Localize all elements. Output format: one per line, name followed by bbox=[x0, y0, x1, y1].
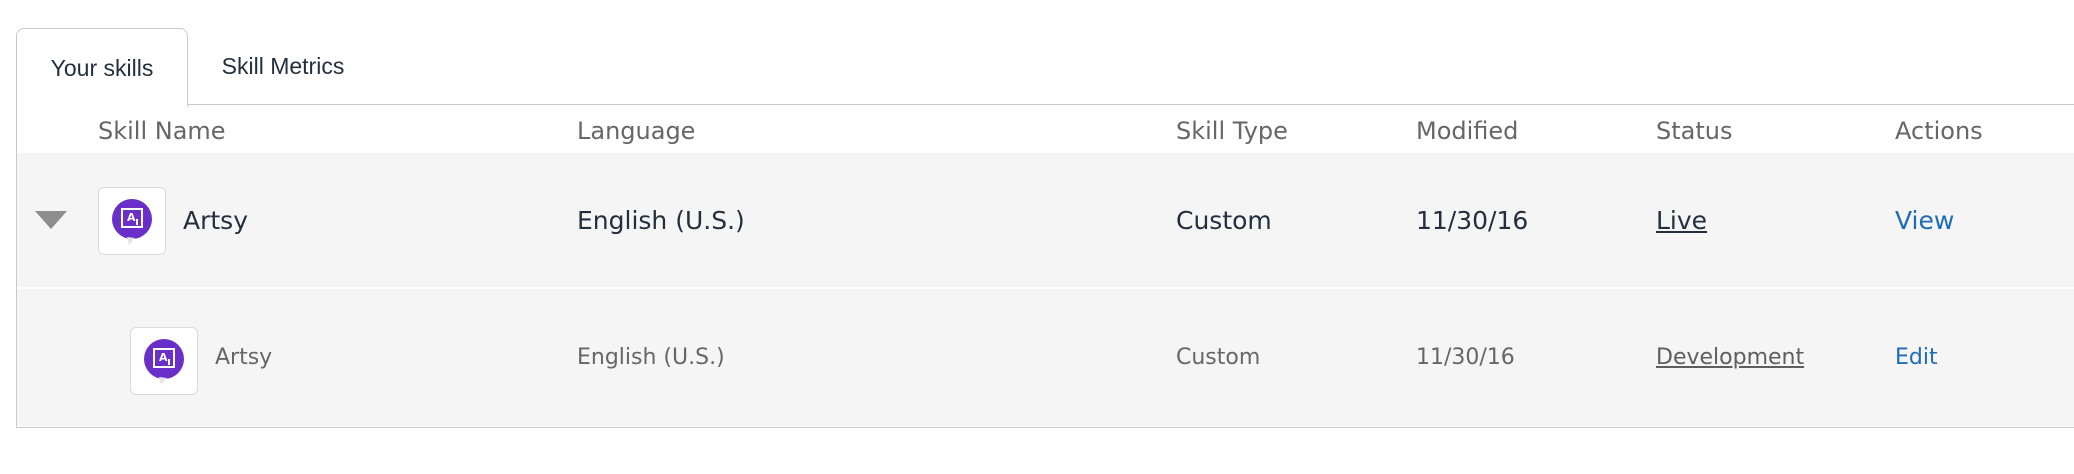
skill-icon: A bbox=[98, 187, 166, 255]
tab-divider bbox=[16, 104, 2074, 105]
tab-bar: Your skills Skill Metrics bbox=[16, 28, 2074, 107]
svg-text:A: A bbox=[127, 211, 136, 224]
skill-modified-date: 11/30/16 bbox=[1416, 206, 1529, 235]
column-header-actions: Actions bbox=[1895, 117, 1983, 145]
table-header: Skill Name Language Skill Type Modified … bbox=[17, 105, 2074, 153]
column-header-skill-name[interactable]: Skill Name bbox=[98, 117, 226, 145]
svg-text:A: A bbox=[159, 351, 168, 364]
skill-icon: A bbox=[130, 327, 198, 395]
table-row: A Artsy English (U.S.) Custom 11/30/16 L… bbox=[17, 153, 2074, 288]
tab-skill-metrics[interactable]: Skill Metrics bbox=[188, 28, 378, 105]
edit-link[interactable]: Edit bbox=[1895, 345, 1938, 370]
table-row: A Artsy English (U.S.) Custom 11/30/16 D… bbox=[17, 289, 2074, 426]
skills-page: Your skills Skill Metrics Skill Name Lan… bbox=[0, 0, 2074, 474]
status-link[interactable]: Development bbox=[1656, 345, 1804, 370]
skill-name: Artsy bbox=[215, 345, 273, 370]
view-link[interactable]: View bbox=[1895, 206, 1954, 235]
skill-type: Custom bbox=[1176, 345, 1261, 370]
column-header-language[interactable]: Language bbox=[577, 117, 695, 145]
column-header-modified[interactable]: Modified bbox=[1416, 117, 1518, 145]
skills-table: Skill Name Language Skill Type Modified … bbox=[16, 105, 2074, 428]
skill-language: English (U.S.) bbox=[577, 345, 725, 370]
skill-name: Artsy bbox=[183, 206, 249, 235]
expand-caret-icon[interactable] bbox=[35, 211, 67, 229]
tab-your-skills[interactable]: Your skills bbox=[16, 28, 188, 107]
column-header-status[interactable]: Status bbox=[1656, 117, 1732, 145]
column-header-skill-type[interactable]: Skill Type bbox=[1176, 117, 1288, 145]
skill-language: English (U.S.) bbox=[577, 206, 745, 235]
skill-modified-date: 11/30/16 bbox=[1416, 345, 1515, 370]
skill-type: Custom bbox=[1176, 206, 1272, 235]
status-link[interactable]: Live bbox=[1656, 206, 1707, 235]
